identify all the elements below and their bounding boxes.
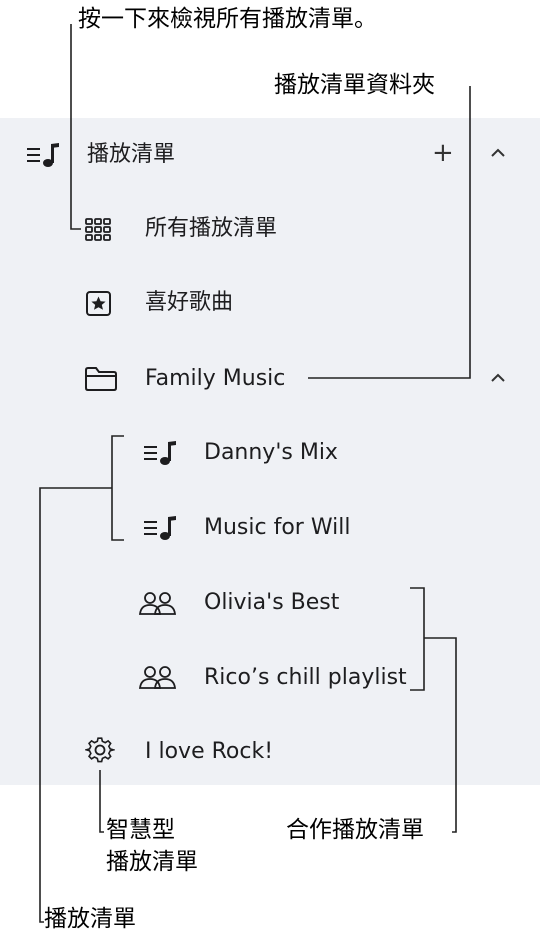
sidebar-item-dannys-mix[interactable]: Danny's Mix — [204, 438, 338, 468]
playlist-sidebar-diagram: 按一下來檢視所有播放清單。 播放清單資料夾 智慧型 播放清單 合作播放清單 播放… — [0, 0, 540, 939]
playlist-icon — [143, 440, 177, 466]
folder-icon — [84, 366, 118, 392]
callout-playlists: 播放清單 — [44, 906, 136, 932]
people-icon — [138, 664, 178, 692]
sidebar-item-olivias-best[interactable]: Olivia's Best — [204, 588, 339, 618]
section-title[interactable]: 播放清單 — [87, 140, 175, 170]
star-icon — [85, 290, 113, 318]
callout-smart-playlist-line2: 播放清單 — [106, 849, 198, 875]
sidebar-item-music-for-will[interactable]: Music for Will — [204, 513, 350, 543]
callout-playlist-folder: 播放清單資料夾 — [274, 72, 435, 98]
playlist-icon — [26, 142, 60, 168]
sidebar-item-i-love-rock[interactable]: I love Rock! — [145, 737, 273, 767]
gear-icon — [85, 735, 115, 765]
grid-icon — [84, 217, 112, 243]
sidebar-item-ricos-chill-playlist[interactable]: Rico’s chill playlist — [204, 663, 407, 693]
callout-collab-playlist: 合作播放清單 — [286, 817, 424, 843]
add-playlist-button[interactable]: + — [432, 138, 454, 168]
callout-all-playlists: 按一下來檢視所有播放清單。 — [78, 6, 377, 32]
sidebar-item-favorite-songs[interactable]: 喜好歌曲 — [145, 288, 233, 318]
playlist-icon — [143, 515, 177, 541]
collapse-chevron-icon[interactable] — [489, 147, 507, 159]
callout-smart-playlist-line1: 智慧型 — [106, 817, 175, 843]
sidebar-item-family-music[interactable]: Family Music — [145, 364, 285, 394]
sidebar-item-all-playlists[interactable]: 所有播放清單 — [145, 214, 277, 244]
folder-collapse-chevron-icon[interactable] — [489, 372, 507, 384]
people-icon — [138, 590, 178, 618]
